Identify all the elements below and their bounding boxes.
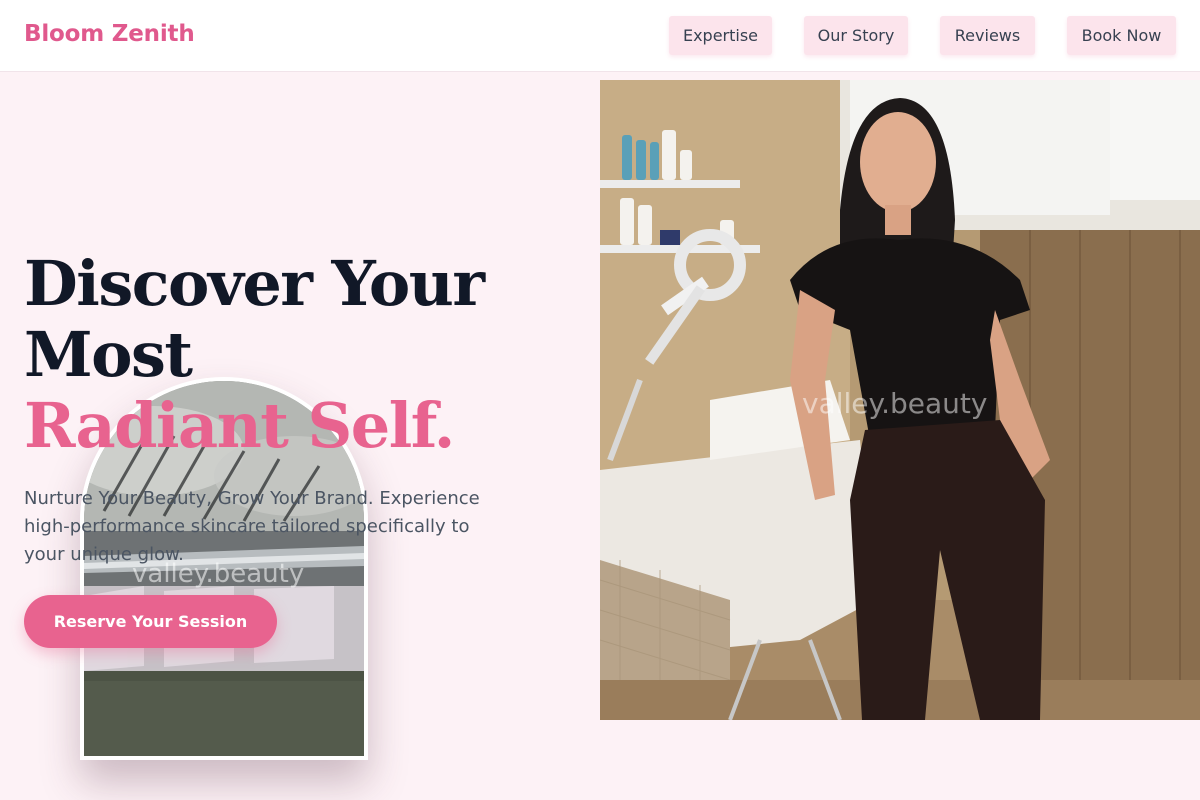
- reserve-session-button[interactable]: Reserve Your Session: [24, 595, 277, 648]
- headline-line-2: Most: [24, 318, 193, 391]
- esthetician-hero-image: valley.beauty: [600, 80, 1200, 720]
- nav-expertise-button[interactable]: Expertise: [669, 16, 772, 55]
- nav-our-story-button[interactable]: Our Story: [804, 16, 908, 55]
- brand-logo[interactable]: Bloom Zenith: [24, 21, 195, 47]
- nav-reviews-button[interactable]: Reviews: [940, 16, 1035, 55]
- headline-line-1: Discover Your: [24, 247, 485, 320]
- hero-subtext: Nurture Your Beauty, Grow Your Brand. Ex…: [24, 488, 480, 565]
- headline-accent: Radiant Self.: [24, 389, 455, 462]
- hero-headline: Discover Your Most Radiant Self.: [24, 247, 485, 462]
- nav-book-now-button[interactable]: Book Now: [1067, 16, 1176, 55]
- hero-watermark: valley.beauty: [802, 387, 988, 420]
- site-header: Bloom Zenith Expertise Our Story Reviews…: [0, 0, 1200, 72]
